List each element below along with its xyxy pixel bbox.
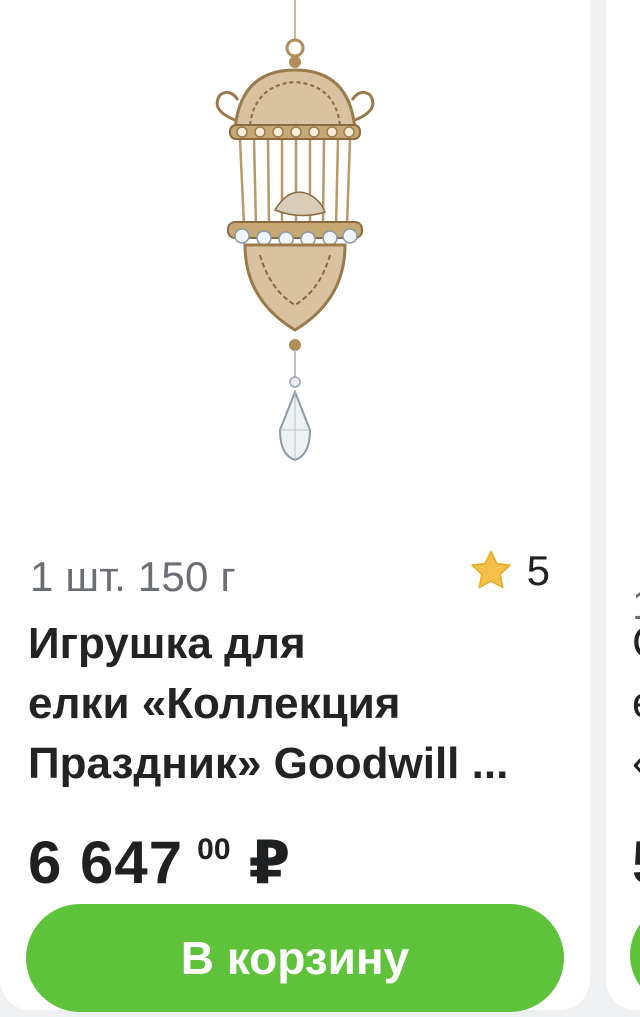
price-cents: 00 bbox=[197, 833, 231, 866]
product-meta: 1 шт. 150 г 5 bbox=[30, 547, 560, 603]
title-line: Праздник» Goodwill ... bbox=[28, 739, 509, 788]
next-add-to-cart-button[interactable] bbox=[630, 903, 640, 1007]
next-card-text: е bbox=[632, 678, 640, 728]
next-card-text: « bbox=[632, 738, 640, 788]
star-icon bbox=[470, 550, 511, 589]
next-product-card[interactable]: 1 С е « 5 bbox=[606, 0, 640, 1010]
quantity-weight: 1 шт. 150 г bbox=[30, 553, 236, 600]
product-price: 6 647 00 ₽ bbox=[28, 828, 290, 898]
next-card-text: С bbox=[632, 618, 640, 668]
rating-value: 5 bbox=[526, 547, 550, 594]
next-card-text: 5 bbox=[632, 828, 640, 897]
product-card[interactable]: 1 шт. 150 г 5 Игрушка для елки «Коллекци… bbox=[0, 0, 590, 1012]
add-to-cart-button[interactable]: В корзину bbox=[26, 904, 564, 1012]
product-carousel: 1 шт. 150 г 5 Игрушка для елки «Коллекци… bbox=[0, 0, 640, 1017]
rating: 5 bbox=[467, 547, 550, 595]
currency-symbol: ₽ bbox=[248, 829, 291, 896]
title-line: елки «Коллекция bbox=[28, 679, 401, 728]
title-line: Игрушка для bbox=[28, 619, 306, 668]
product-image[interactable] bbox=[150, 0, 440, 470]
price-main: 6 647 bbox=[28, 829, 184, 896]
product-title[interactable]: Игрушка для елки «Коллекция Праздник» Go… bbox=[28, 614, 568, 794]
